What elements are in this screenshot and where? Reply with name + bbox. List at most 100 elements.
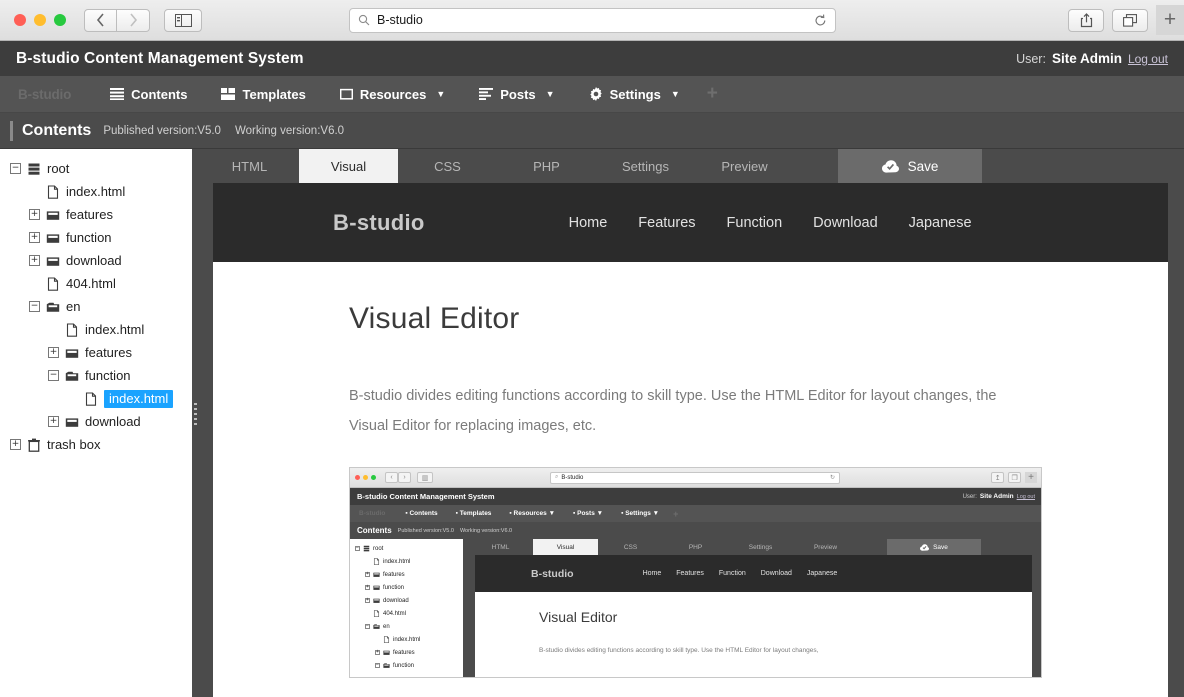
forward-button[interactable] <box>117 8 150 32</box>
nav-item-resources[interactable]: Resources ▼ <box>323 76 462 112</box>
nav-item-posts[interactable]: Posts ▼ <box>462 76 571 112</box>
show-tabs-button[interactable] <box>1112 8 1148 32</box>
nav-item-settings[interactable]: Settings ▼ <box>572 76 697 112</box>
editor-tab-html[interactable]: HTML <box>200 149 299 183</box>
site-nav-link-features[interactable]: Features <box>638 215 695 231</box>
mini-tree-twisty: + <box>375 649 380 656</box>
tree-row[interactable]: index.html <box>0 180 192 203</box>
tree-row[interactable]: + download <box>0 249 192 272</box>
splitter-grip-icon <box>194 403 197 425</box>
add-nav-item-button[interactable]: + <box>697 83 728 105</box>
expand-toggle-icon[interactable]: + <box>48 416 59 427</box>
mini-minimize-dot <box>363 475 368 481</box>
collapse-toggle-icon[interactable]: − <box>29 301 40 312</box>
new-tab-button[interactable]: + <box>1156 5 1184 35</box>
tree-row[interactable]: + features <box>0 203 192 226</box>
mini-close-dot <box>355 475 360 481</box>
mini-site-header: B-studio Home Features Function Download Jap… <box>475 555 1032 593</box>
tree-node-label[interactable]: en <box>66 300 80 313</box>
expand-toggle-icon[interactable]: + <box>29 232 40 243</box>
tree-node-label[interactable]: function <box>66 231 112 244</box>
mini-back-button: ‹ <box>385 472 398 484</box>
share-button[interactable] <box>1068 8 1104 32</box>
mini-address-value: B-studio <box>561 474 584 481</box>
minimize-window-button[interactable] <box>34 14 46 26</box>
gear-icon <box>589 87 603 101</box>
tree-node-label[interactable]: 404.html <box>66 277 116 290</box>
editor-tab-php[interactable]: PHP <box>497 149 596 183</box>
editor-tab-css[interactable]: CSS <box>398 149 497 183</box>
posts-icon <box>479 88 494 100</box>
mini-logout-link: Log out <box>1016 494 1035 501</box>
file-tree[interactable]: − root index.html + features + function + downlo… <box>0 149 192 697</box>
reload-icon[interactable] <box>814 14 827 27</box>
mini-editor-tab-settings: Settings <box>748 543 773 551</box>
mini-site-logo: B-studio <box>531 567 574 580</box>
save-button[interactable]: Save <box>838 149 982 183</box>
tree-node-label[interactable]: download <box>85 415 141 428</box>
tree-row[interactable]: index.html <box>0 318 192 341</box>
sidebar-toggle-button[interactable] <box>164 8 202 32</box>
mini-nav-item-posts: ▪ Posts ▼ <box>573 510 604 518</box>
site-nav-link-function[interactable]: Function <box>727 215 783 231</box>
user-area: User: Site Admin Log out <box>1016 51 1168 66</box>
tree-node-label[interactable]: features <box>85 346 132 359</box>
maximize-window-button[interactable] <box>54 14 66 26</box>
mini-tree-row: − en <box>350 620 463 633</box>
mini-tree-row: + function <box>350 581 463 594</box>
expand-toggle-icon[interactable]: + <box>48 347 59 358</box>
folder-open-icon <box>46 300 60 314</box>
tree-node-label[interactable]: index.html <box>66 185 125 198</box>
mini-tree-node-label: features <box>383 571 405 578</box>
mini-app-header: B-studio Content Management System User:… <box>350 488 1041 506</box>
back-button[interactable] <box>84 8 117 32</box>
published-version-label: Published version:V5.0 <box>103 124 221 137</box>
nav-item-templates[interactable]: Templates <box>204 76 322 112</box>
tree-node-label-selected[interactable]: index.html <box>104 389 174 408</box>
mini-editor-tab-visual: Visual <box>533 539 598 556</box>
tree-row[interactable]: + trash box <box>0 433 192 456</box>
tree-row[interactable]: + download <box>0 410 192 433</box>
address-bar[interactable]: B-studio <box>349 7 836 33</box>
tree-node-label[interactable]: trash box <box>47 438 100 451</box>
collapse-toggle-icon[interactable]: − <box>48 370 59 381</box>
nav-item-contents[interactable]: Contents <box>93 76 204 112</box>
tree-row[interactable]: 404.html <box>0 272 192 295</box>
tree-row[interactable]: − function <box>0 364 192 387</box>
tree-node-label[interactable]: function <box>85 369 131 382</box>
tree-row[interactable]: index.html <box>0 387 192 410</box>
tree-row[interactable]: + function <box>0 226 192 249</box>
mini-cloud-check-icon <box>920 544 930 551</box>
expand-toggle-icon[interactable]: + <box>10 439 21 450</box>
tree-node-label[interactable]: features <box>66 208 113 221</box>
expand-toggle-icon[interactable]: + <box>29 255 40 266</box>
mini-nav-item-resources: ▪ Resources ▼ <box>509 510 556 518</box>
site-navigation[interactable]: Home Features Function Download Japanese <box>569 215 972 231</box>
editor-tab-preview[interactable]: Preview <box>695 149 794 183</box>
mini-tree-twisty <box>375 637 380 642</box>
tree-node-label[interactable]: index.html <box>85 323 144 336</box>
site-nav-link-download[interactable]: Download <box>813 215 878 231</box>
browser-nav-buttons[interactable] <box>84 8 150 32</box>
tree-row[interactable]: − en <box>0 295 192 318</box>
expand-toggle-icon[interactable]: + <box>29 209 40 220</box>
tree-node-label[interactable]: root <box>47 162 69 175</box>
mini-user-label: User: <box>962 494 977 501</box>
pane-splitter[interactable] <box>192 149 200 697</box>
tree-row[interactable]: + features <box>0 341 192 364</box>
tree-node-label[interactable]: download <box>66 254 122 267</box>
window-traffic-lights[interactable] <box>14 14 66 26</box>
editor-tab-settings[interactable]: Settings <box>596 149 695 183</box>
editor-tab-visual[interactable]: Visual <box>299 149 398 183</box>
close-window-button[interactable] <box>14 14 26 26</box>
collapse-toggle-icon[interactable]: − <box>10 163 21 174</box>
site-nav-link-home[interactable]: Home <box>569 215 608 231</box>
tree-row[interactable]: − root <box>0 157 192 180</box>
site-nav-link-japanese[interactable]: Japanese <box>909 215 972 231</box>
chevron-left-icon <box>96 13 105 27</box>
logout-link[interactable]: Log out <box>1128 52 1168 66</box>
server-icon <box>27 162 41 176</box>
address-input[interactable]: B-studio <box>377 13 423 27</box>
